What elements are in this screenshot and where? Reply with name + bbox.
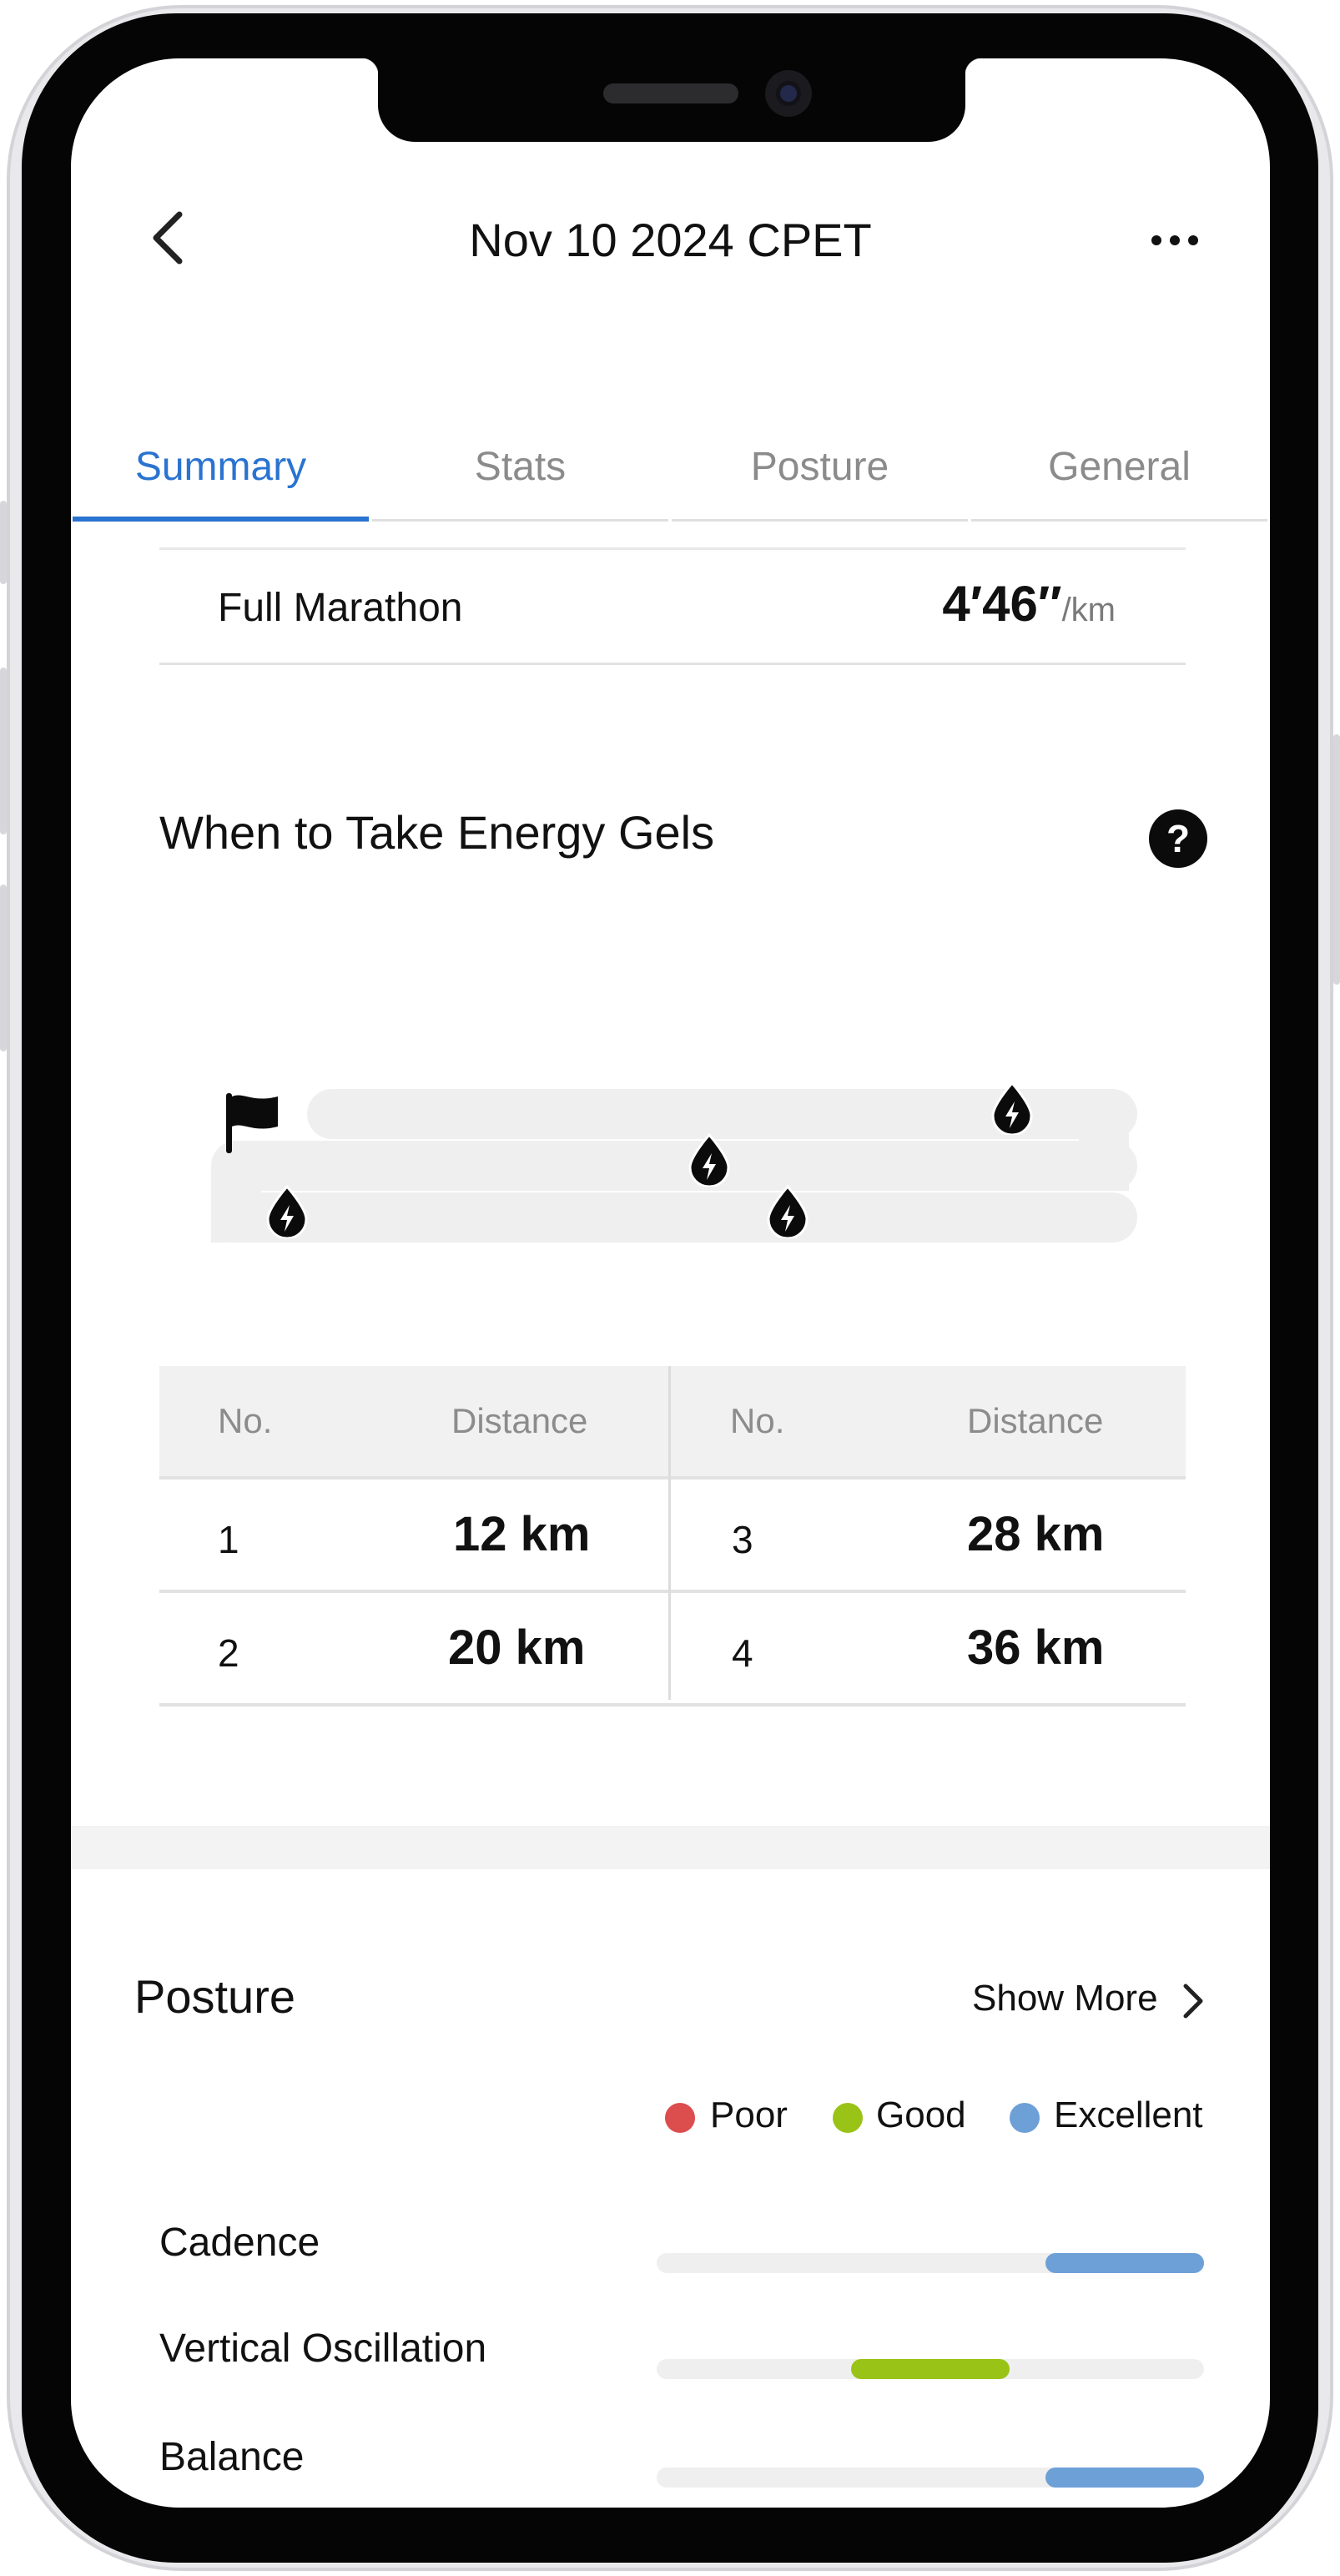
- tab-label: Posture: [750, 445, 889, 489]
- gel-distance: 28 km: [967, 1507, 1105, 1561]
- metric-label-vertical-oscillation: Vertical Oscillation: [159, 2326, 487, 2371]
- balance-level: [1045, 2468, 1204, 2488]
- table-header: No. Distance No. Distance: [159, 1366, 1186, 1480]
- balance-bar: [657, 2468, 1204, 2488]
- header-distance: Distance: [967, 1401, 1104, 1440]
- side-button: [0, 668, 7, 834]
- gel-number: 2: [218, 1631, 239, 1675]
- more-icon: [1170, 235, 1180, 245]
- tab-divider: [372, 519, 668, 522]
- tab-stats[interactable]: Stats: [370, 426, 670, 522]
- page-title: Nov 10 2024 CPET: [469, 214, 872, 266]
- tab-divider: [672, 519, 968, 522]
- tab-label: Stats: [474, 445, 567, 489]
- gel-number: 4: [732, 1631, 753, 1675]
- tab-label: Summary: [134, 445, 307, 489]
- energy-gel-icon: [767, 1185, 809, 1238]
- legend-label: Excellent: [1054, 2095, 1203, 2135]
- start-flag-icon: [226, 1093, 278, 1153]
- table-row: 1 12 km 3 28 km: [159, 1480, 1186, 1593]
- screen: Nov 10 2024 CPET Summary Stats Posture G…: [71, 58, 1270, 2508]
- tab-indicator: [73, 517, 369, 522]
- legend-dot-poor: [665, 2103, 695, 2133]
- column-divider: [668, 1366, 671, 1700]
- tab-bar: Summary Stats Posture General: [71, 426, 1270, 522]
- gel-distance: 20 km: [448, 1621, 586, 1675]
- energy-gel-icon: [688, 1133, 730, 1187]
- race-pace-row: Full Marathon 4′46″/km: [159, 550, 1186, 665]
- more-options-button[interactable]: [1145, 217, 1212, 259]
- table-row: 2 20 km 4 36 km: [159, 1593, 1186, 1706]
- notch: [361, 58, 982, 142]
- metric-label-balance: Balance: [159, 2435, 305, 2479]
- tab-label: General: [1048, 445, 1191, 489]
- header-no: No.: [218, 1401, 273, 1440]
- legend-label: Poor: [710, 2095, 788, 2135]
- route-track: [211, 1192, 1137, 1243]
- pace-unit: /km: [1061, 592, 1116, 628]
- vertical-oscillation-level: [851, 2359, 1010, 2379]
- section-separator: [71, 1826, 1270, 1869]
- more-icon: [1151, 235, 1161, 245]
- vertical-oscillation-bar: [657, 2359, 1204, 2379]
- tab-summary[interactable]: Summary: [71, 426, 370, 522]
- race-pace: 4′46″/km: [942, 575, 1116, 633]
- gel-distance: 36 km: [967, 1621, 1105, 1675]
- top-bar: Nov 10 2024 CPET: [71, 184, 1270, 292]
- gel-route-map: [71, 960, 1270, 1360]
- legend-label: Good: [876, 2095, 966, 2135]
- posture-section-title: Posture: [134, 1970, 295, 2023]
- header-distance: Distance: [451, 1401, 588, 1440]
- side-button: [0, 501, 7, 584]
- show-more-link[interactable]: Show More: [972, 1978, 1158, 2019]
- side-button: [1333, 734, 1340, 985]
- tab-general[interactable]: General: [970, 426, 1269, 522]
- gel-number: 1: [218, 1518, 239, 1561]
- gel-distance: 12 km: [453, 1507, 591, 1561]
- gels-section-title: When to Take Energy Gels: [159, 806, 715, 859]
- chevron-right-icon[interactable]: [1172, 1976, 1214, 2026]
- metric-label-cadence: Cadence: [159, 2221, 320, 2265]
- front-camera: [765, 70, 812, 117]
- more-icon: [1188, 235, 1198, 245]
- cadence-bar: [657, 2253, 1204, 2273]
- speaker: [603, 83, 738, 103]
- help-icon[interactable]: ?: [1149, 809, 1207, 868]
- tab-posture[interactable]: Posture: [670, 426, 970, 522]
- side-button: [0, 885, 7, 1051]
- tab-divider: [971, 519, 1267, 522]
- cadence-level: [1045, 2253, 1204, 2273]
- gel-number: 3: [732, 1518, 753, 1561]
- race-name: Full Marathon: [218, 586, 463, 630]
- legend-dot-excellent: [1010, 2103, 1040, 2133]
- legend-dot-good: [833, 2103, 863, 2133]
- route-track: [211, 1141, 1137, 1191]
- pace-value: 4′46″: [942, 576, 1062, 632]
- energy-gel-icon: [266, 1185, 308, 1238]
- header-no: No.: [730, 1401, 785, 1440]
- energy-gel-icon: [991, 1081, 1033, 1135]
